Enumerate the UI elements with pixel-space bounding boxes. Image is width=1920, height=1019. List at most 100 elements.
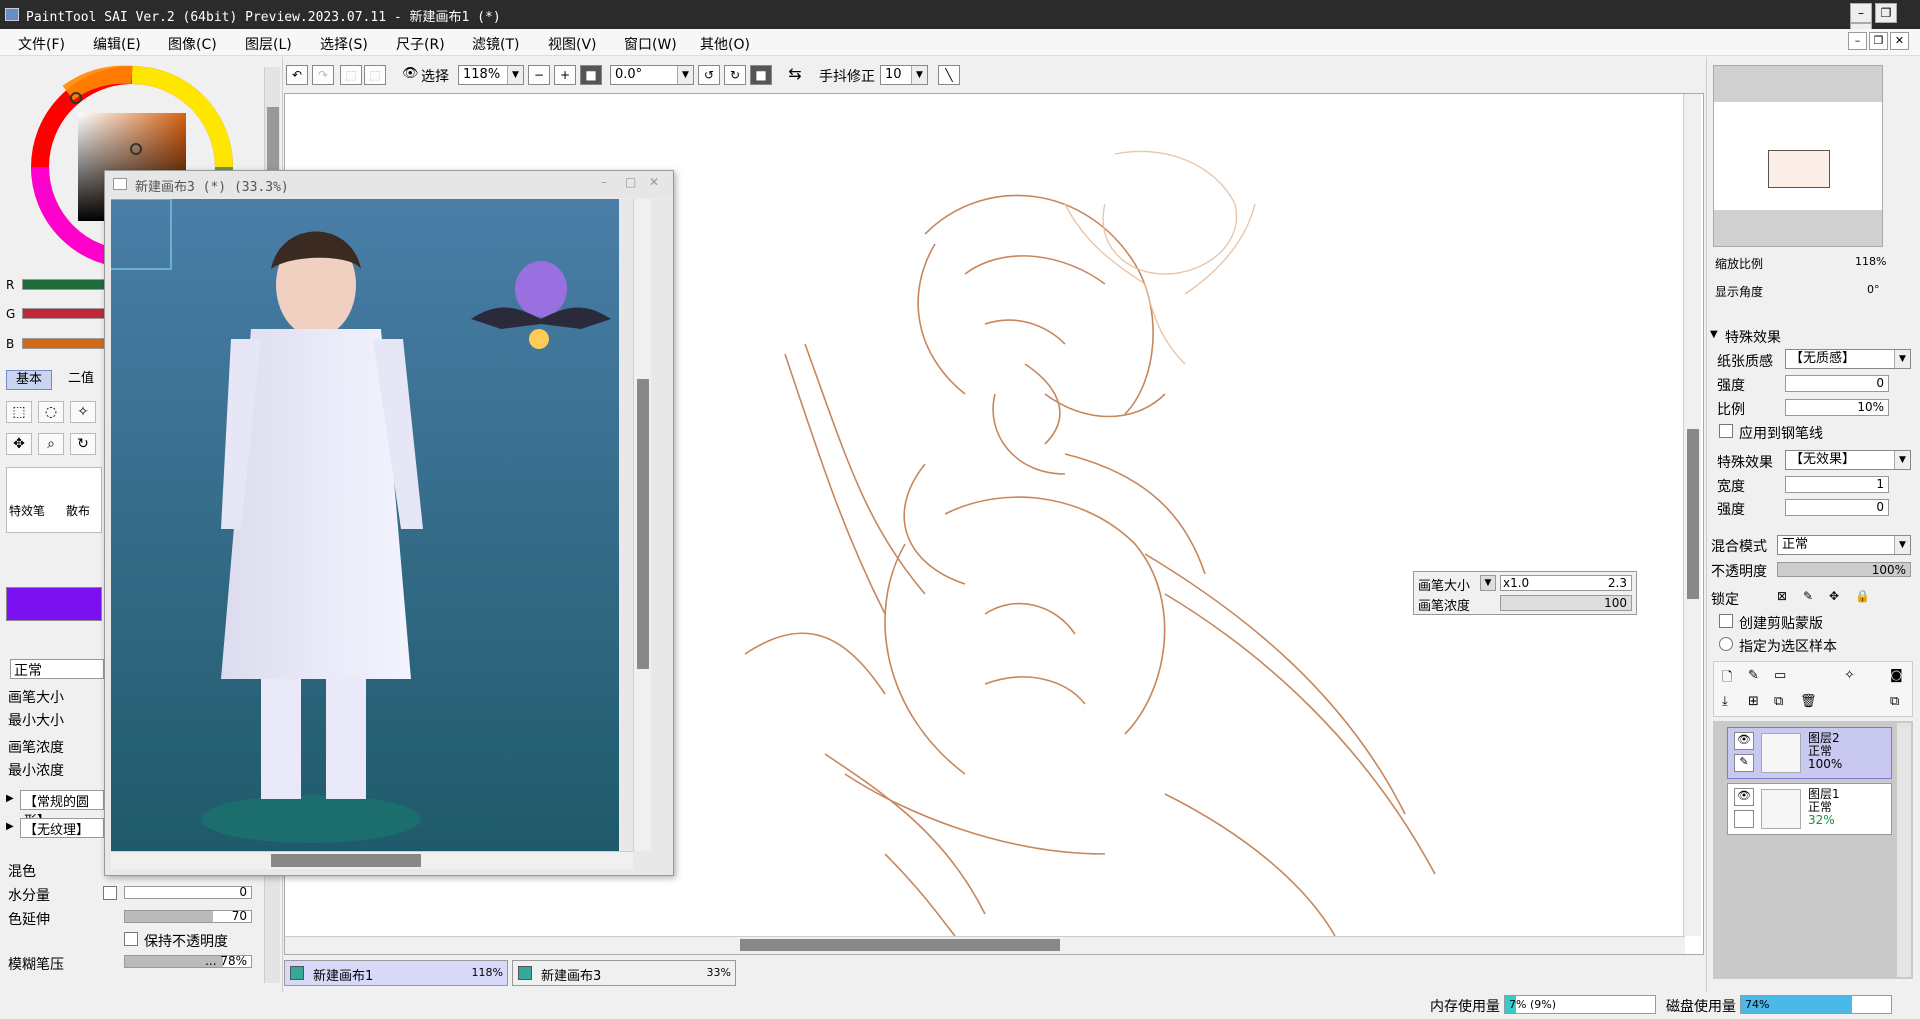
float-minimize-button[interactable]: –: [601, 175, 607, 189]
new-layer-icon[interactable]: 🗋: [1722, 668, 1732, 690]
lock-transparency-icon[interactable]: ⊠: [1777, 589, 1787, 603]
zoom-out-button[interactable]: −: [528, 65, 550, 85]
paper-texture-select[interactable]: 【无质感】 ▼: [1785, 349, 1911, 369]
menu-filter[interactable]: 滤镜(T): [472, 34, 519, 54]
apply-pen-checkbox[interactable]: [1719, 424, 1733, 438]
marquee-tool-icon[interactable]: ⬚: [6, 401, 32, 423]
menu-other[interactable]: 其他(O): [700, 34, 750, 54]
layer-item[interactable]: 👁 ✎ 图层2 正常 100%: [1727, 727, 1892, 779]
zoom-in-button[interactable]: +: [554, 65, 576, 85]
menu-ruler[interactable]: 尺子(R): [396, 34, 445, 54]
opacity-slider[interactable]: 100%: [1777, 562, 1911, 577]
clip-mask-checkbox[interactable]: [1719, 614, 1733, 628]
water-slider[interactable]: 0: [124, 885, 252, 899]
blur-pressure-slider[interactable]: ... 78%: [124, 954, 252, 968]
layer-add-icon[interactable]: ⊞: [1748, 694, 1759, 709]
new-folder-icon[interactable]: ▭: [1774, 668, 1786, 683]
rotate-tool-icon[interactable]: ↻: [70, 433, 96, 455]
brush-cell-effect[interactable]: 特效笔: [9, 502, 45, 519]
effects-collapse-icon[interactable]: ▼: [1710, 329, 1718, 340]
tab-basic[interactable]: 基本: [6, 370, 52, 390]
brush-texture-select[interactable]: 【无纹理】: [20, 818, 104, 838]
eye-icon[interactable]: 👁: [1734, 788, 1754, 806]
eye-icon[interactable]: 👁: [402, 66, 419, 81]
invert-select-button[interactable]: ⬚: [364, 65, 386, 85]
layer-merge-icon[interactable]: ⧉: [1774, 694, 1783, 709]
transform-icon[interactable]: ✧: [1844, 668, 1855, 683]
menu-image[interactable]: 图像(C): [168, 34, 217, 54]
tab-binary[interactable]: 二值: [58, 370, 104, 390]
current-color-swatch[interactable]: [6, 587, 102, 621]
effect-strength-field[interactable]: 0: [1785, 499, 1889, 516]
tab-canvas-3[interactable]: 新建画布3 33%: [512, 960, 736, 986]
menu-edit[interactable]: 编辑(E): [93, 34, 141, 54]
lock-paint-icon[interactable]: ✎: [1803, 589, 1813, 603]
undo-button[interactable]: ↶: [286, 65, 308, 85]
blend-mode-select[interactable]: 正常: [10, 659, 104, 679]
sample-radio[interactable]: [1719, 637, 1733, 651]
popup-density-slider[interactable]: 100: [1500, 595, 1632, 611]
pen-icon[interactable]: ✎: [1734, 754, 1754, 772]
mask-icon[interactable]: ◙: [1890, 668, 1903, 683]
straight-line-icon[interactable]: ╲: [938, 65, 960, 85]
move-tool-icon[interactable]: ✥: [6, 433, 32, 455]
color-stretch-slider[interactable]: 70: [124, 909, 252, 923]
menu-layer[interactable]: 图层(L): [245, 34, 292, 54]
float-maximize-button[interactable]: □: [625, 175, 636, 189]
lasso-tool-icon[interactable]: ◌: [38, 401, 64, 423]
menu-select[interactable]: 选择(S): [320, 34, 368, 54]
redo-button[interactable]: ↷: [312, 65, 334, 85]
texture-expand-icon[interactable]: ▶: [6, 821, 14, 832]
brush-cell-scatter[interactable]: 散布: [66, 502, 90, 519]
float-horizontal-scrollbar[interactable]: [111, 851, 633, 869]
paper-ratio-field[interactable]: 10%: [1785, 399, 1889, 416]
layer-lock-slot[interactable]: [1734, 810, 1754, 828]
r-slider[interactable]: [22, 279, 110, 290]
layer-item[interactable]: 👁 图层1 正常 32%: [1727, 783, 1892, 835]
lock-all-icon[interactable]: 🔒: [1855, 589, 1870, 603]
doc-minimize-button[interactable]: –: [1848, 32, 1867, 50]
tab-canvas-1[interactable]: 新建画布1 118%: [284, 960, 508, 986]
zoom-select[interactable]: 118% ▼: [458, 65, 524, 85]
b-slider[interactable]: [22, 338, 110, 349]
effect-select[interactable]: 【无效果】 ▼: [1785, 450, 1911, 470]
menu-window[interactable]: 窗口(W): [624, 34, 677, 54]
eye-icon[interactable]: 👁: [1734, 732, 1754, 750]
magic-wand-icon[interactable]: ✧: [70, 401, 96, 423]
layer-duplicate-icon[interactable]: ⧉: [1890, 694, 1899, 709]
deselect-button[interactable]: ⬚: [340, 65, 362, 85]
trash-icon[interactable]: 🗑: [1800, 694, 1817, 709]
g-slider[interactable]: [22, 308, 110, 319]
minimize-button[interactable]: –: [1850, 3, 1872, 23]
effect-width-field[interactable]: 1: [1785, 476, 1889, 493]
keep-opacity-checkbox[interactable]: [124, 932, 138, 946]
floating-window-titlebar[interactable]: 新建画布3 (*) (33.3%) – □ ✕: [105, 171, 673, 197]
layer-list-scrollbar[interactable]: [1897, 723, 1911, 977]
new-pen-layer-icon[interactable]: ✎: [1748, 668, 1759, 683]
rotate-left-button[interactable]: ↺: [698, 65, 720, 85]
zoom-reset-button[interactable]: ■: [580, 65, 602, 85]
rotate-right-button[interactable]: ↻: [724, 65, 746, 85]
canvas-horizontal-scrollbar[interactable]: [285, 936, 1685, 954]
doc-close-button[interactable]: ✕: [1890, 32, 1909, 50]
maximize-button[interactable]: ❐: [1875, 3, 1897, 23]
chevron-down-icon[interactable]: ▼: [1480, 575, 1496, 591]
lock-move-icon[interactable]: ✥: [1829, 589, 1839, 603]
canvas-vertical-scrollbar[interactable]: [1683, 94, 1701, 936]
angle-select[interactable]: 0.0° ▼: [610, 65, 694, 85]
popup-size-field[interactable]: x1.0 2.3: [1500, 575, 1632, 591]
float-close-button[interactable]: ✕: [649, 175, 659, 189]
stabilizer-select[interactable]: 10 ▼: [880, 65, 928, 85]
menu-file[interactable]: 文件(F): [18, 34, 65, 54]
water-checkbox[interactable]: [103, 886, 117, 900]
zoom-tool-icon[interactable]: ⌕: [38, 433, 64, 455]
layer-blend-select[interactable]: 正常 ▼: [1777, 535, 1911, 555]
doc-restore-button[interactable]: ❐: [1869, 32, 1888, 50]
flip-icon[interactable]: ⇆: [784, 65, 806, 85]
menu-view[interactable]: 视图(V): [548, 34, 597, 54]
paper-strength-field[interactable]: 0: [1785, 375, 1889, 392]
brush-shape-select[interactable]: 【常规的圆形】: [20, 790, 104, 829]
navigator-preview[interactable]: [1713, 65, 1883, 247]
layer-down-icon[interactable]: ⤓: [1722, 694, 1728, 709]
shape-expand-icon[interactable]: ▶: [6, 793, 14, 804]
